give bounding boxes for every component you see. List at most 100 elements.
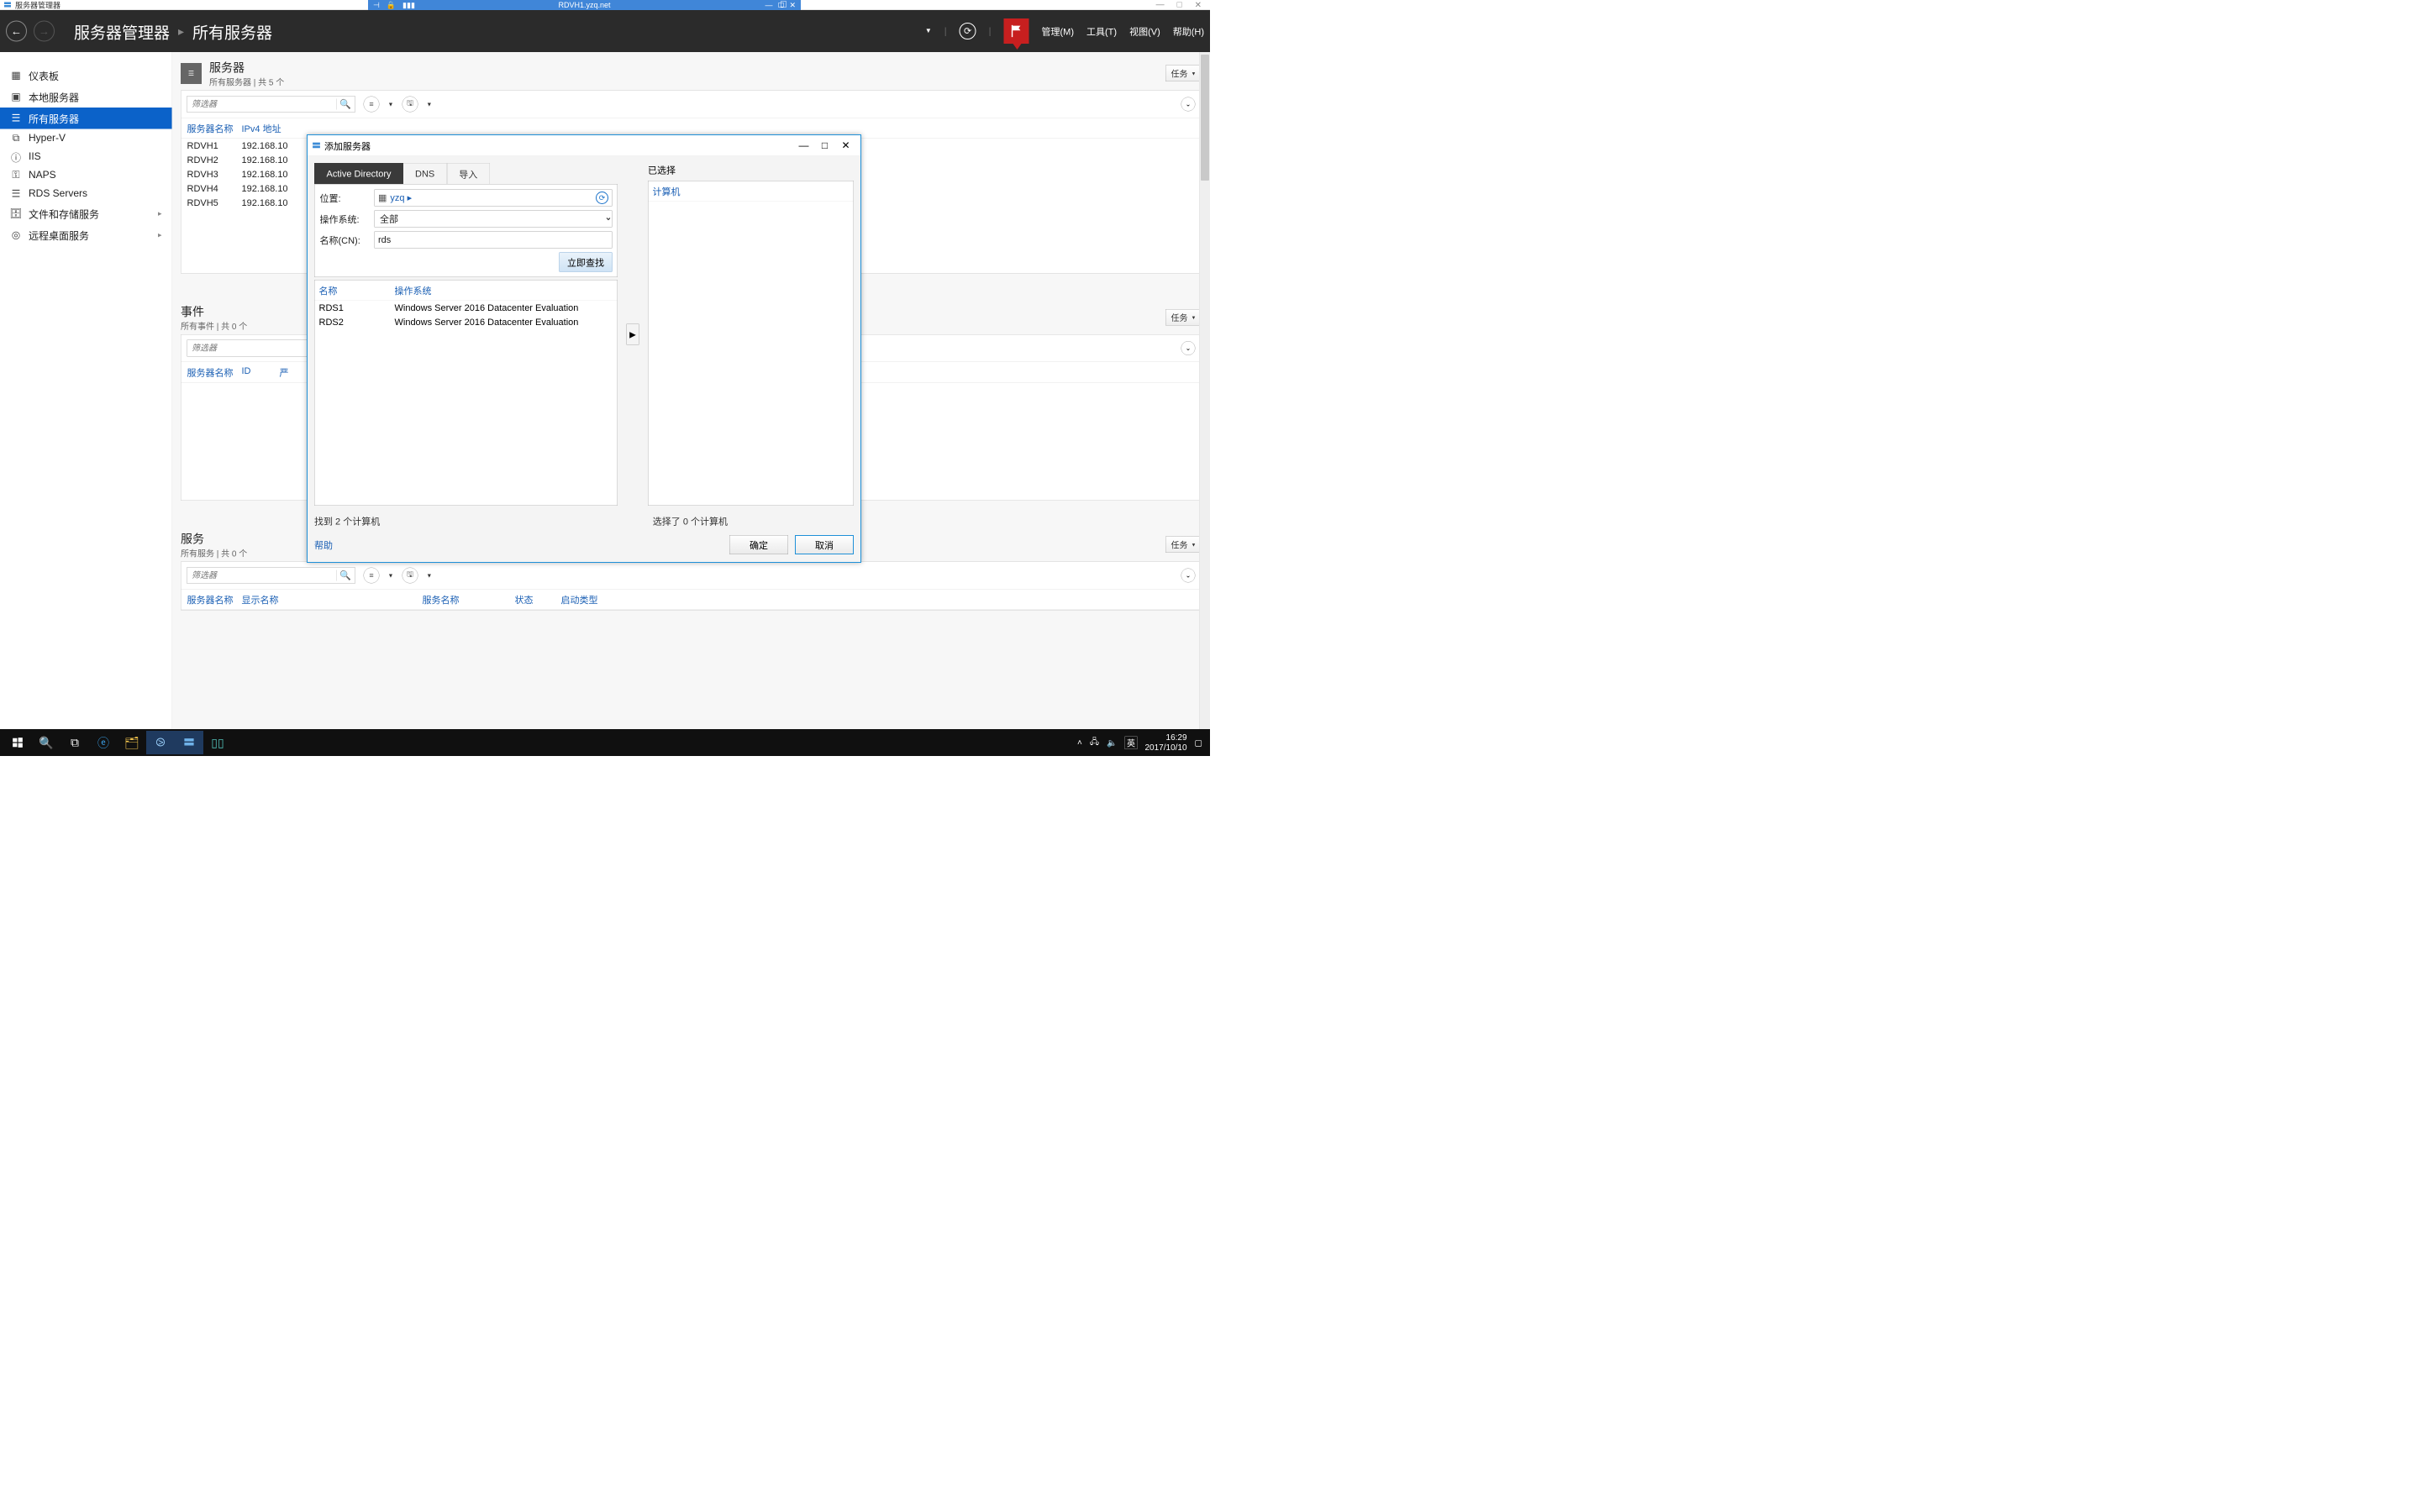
- events-tasks-button[interactable]: 任务: [1165, 309, 1202, 326]
- col-status[interactable]: 状态: [515, 593, 561, 606]
- services-panel: 🔍 ≡▼ 🖫▼ ⌄ 服务器名称 显示名称 服务名称 状态 启动类型: [181, 562, 1202, 611]
- selected-col-computer[interactable]: 计算机: [649, 181, 854, 202]
- events-section-subtitle: 所有事件 | 共 0 个: [181, 320, 247, 333]
- col-server-name[interactable]: 服务器名称: [187, 122, 242, 135]
- col-id[interactable]: ID: [242, 365, 280, 379]
- tray-network-icon[interactable]: 🖧: [1090, 736, 1099, 750]
- services-filter-input[interactable]: [187, 570, 336, 580]
- dialog-close-button[interactable]: ✕: [835, 139, 856, 152]
- sidebar-item-dashboard[interactable]: ▦ 仪表板: [0, 65, 172, 87]
- sidebar-item-iis[interactable]: ⓘ IIS: [0, 148, 172, 166]
- sidebar-item-rds-servers[interactable]: ☰ RDS Servers: [0, 185, 172, 203]
- host-close-button[interactable]: ✕: [1195, 0, 1202, 10]
- sidebar: ▦ 仪表板 ▣ 本地服务器 ☰ 所有服务器 ⧉ Hyper-V ⓘ IIS ⚿ …: [0, 52, 172, 729]
- taskbar-powershell[interactable]: ⧁: [146, 731, 175, 754]
- col-server-name[interactable]: 服务器名称: [187, 365, 242, 379]
- servers-tasks-button[interactable]: 任务: [1165, 66, 1202, 82]
- tab-dns[interactable]: DNS: [403, 163, 447, 184]
- results-col-name[interactable]: 名称: [319, 284, 395, 297]
- tray-volume-icon[interactable]: 🔈: [1107, 738, 1117, 748]
- search-icon[interactable]: 🔍: [336, 570, 355, 581]
- dialog-title: 添加服务器: [324, 139, 371, 152]
- ok-button[interactable]: 确定: [729, 535, 788, 554]
- remote-session-bar[interactable]: ⊣ 🔒 ▮▮▮ RDVH1.yzq.net — ✕: [368, 0, 801, 10]
- host-minimize-button[interactable]: —: [1156, 0, 1165, 10]
- servers-filter[interactable]: 🔍: [187, 96, 355, 113]
- location-value: yzq ▸: [390, 192, 412, 203]
- cancel-button[interactable]: 取消: [795, 535, 854, 554]
- taskbar-server-manager[interactable]: [175, 731, 203, 754]
- col-startup-type[interactable]: 启动类型: [561, 593, 629, 606]
- sidebar-item-naps[interactable]: ⚿ NAPS: [0, 166, 172, 185]
- dialog-minimize-button[interactable]: —: [793, 139, 814, 151]
- services-tasks-button[interactable]: 任务: [1165, 537, 1202, 554]
- breadcrumb-root[interactable]: 服务器管理器: [74, 19, 170, 43]
- notifications-flag[interactable]: [1004, 18, 1029, 44]
- remote-close-button[interactable]: ✕: [789, 2, 796, 9]
- services-section-title: 服务: [181, 530, 247, 547]
- taskbar-hyperv-manager[interactable]: ▯▯: [203, 731, 232, 754]
- found-count-status: 找到 2 个计算机: [314, 514, 380, 528]
- col-display-name[interactable]: 显示名称: [242, 593, 423, 606]
- services-save-query-button[interactable]: 🖫: [402, 568, 418, 584]
- results-col-os[interactable]: 操作系统: [395, 284, 613, 297]
- events-expand-button[interactable]: ⌄: [1181, 341, 1196, 355]
- search-icon[interactable]: 🔍: [336, 99, 355, 110]
- result-row[interactable]: RDS2 Windows Server 2016 Datacenter Eval…: [315, 315, 618, 329]
- services-expand-button[interactable]: ⌄: [1181, 569, 1196, 583]
- services-filter[interactable]: 🔍: [187, 567, 355, 584]
- remote-minimize-button[interactable]: —: [765, 2, 772, 9]
- col-ipv4[interactable]: IPv4 地址: [242, 122, 313, 135]
- refresh-button[interactable]: ⟳: [960, 23, 976, 39]
- sidebar-item-local-server[interactable]: ▣ 本地服务器: [0, 87, 172, 108]
- chevron-right-icon: ▸: [158, 209, 162, 218]
- refresh-location-button[interactable]: ⟳: [596, 192, 608, 204]
- content-scrollbar[interactable]: [1199, 52, 1210, 729]
- menu-tools[interactable]: 工具(T): [1086, 24, 1117, 38]
- os-select[interactable]: 全部: [375, 211, 613, 228]
- col-server-name[interactable]: 服务器名称: [187, 593, 242, 606]
- find-now-button[interactable]: 立即查找: [559, 253, 612, 272]
- cn-input[interactable]: [375, 232, 613, 249]
- sidebar-item-all-servers[interactable]: ☰ 所有服务器: [0, 108, 172, 129]
- sidebar-item-file-storage[interactable]: 🗄 文件和存储服务 ▸: [0, 203, 172, 225]
- remote-icon: ◎: [10, 229, 22, 241]
- sidebar-item-hyperv[interactable]: ⧉ Hyper-V: [0, 129, 172, 148]
- action-center-button[interactable]: ▢: [1195, 738, 1202, 748]
- servers-filter-input[interactable]: [187, 99, 336, 109]
- servers-expand-button[interactable]: ⌄: [1181, 97, 1196, 112]
- tray-ime-indicator[interactable]: 英: [1124, 736, 1137, 749]
- nav-back-button[interactable]: ←: [6, 21, 27, 42]
- services-view-options-button[interactable]: ≡: [364, 568, 380, 584]
- sidebar-item-label: IIS: [29, 151, 41, 163]
- servers-view-options-button[interactable]: ≡: [364, 97, 380, 113]
- tray-chevron-up-icon[interactable]: ˄: [1077, 738, 1082, 748]
- header-dropdown-icon[interactable]: ▼: [925, 28, 932, 35]
- servers-save-query-button[interactable]: 🖫: [402, 97, 418, 113]
- task-view-button[interactable]: ⧉: [60, 731, 89, 754]
- col-service-name[interactable]: 服务名称: [423, 593, 515, 606]
- result-row[interactable]: RDS1 Windows Server 2016 Datacenter Eval…: [315, 301, 618, 315]
- taskbar: 🔍 ⧉ ⓔ 🗂 ⧁ ▯▯ ˄ 🖧 🔈 英 16:29 2017/10/10 ▢: [0, 729, 1210, 756]
- taskbar-clock[interactable]: 16:29 2017/10/10: [1144, 732, 1186, 753]
- dialog-maximize-button[interactable]: □: [814, 139, 835, 151]
- add-to-selected-button[interactable]: ▶: [627, 324, 639, 345]
- sidebar-item-remote-desktop[interactable]: ◎ 远程桌面服务 ▸: [0, 224, 172, 246]
- pin-icon[interactable]: ⊣: [373, 1, 380, 10]
- tab-import[interactable]: 导入: [447, 163, 490, 184]
- menu-view[interactable]: 视图(V): [1129, 24, 1160, 38]
- selected-title: 已选择: [648, 163, 854, 176]
- menu-manage[interactable]: 管理(M): [1042, 24, 1074, 38]
- location-label: 位置:: [320, 192, 371, 205]
- dialog-help-link[interactable]: 帮助: [314, 538, 333, 552]
- host-maximize-button[interactable]: □: [1177, 0, 1182, 10]
- tab-active-directory[interactable]: Active Directory: [314, 163, 403, 184]
- taskbar-search-button[interactable]: 🔍: [32, 731, 60, 754]
- location-picker[interactable]: ▦ yzq ▸ ⟳: [375, 190, 613, 207]
- menu-help[interactable]: 帮助(H): [1173, 24, 1204, 38]
- lock-icon: 🔒: [387, 1, 396, 10]
- start-button[interactable]: [3, 731, 32, 754]
- taskbar-explorer[interactable]: 🗂: [118, 731, 146, 754]
- taskbar-ie[interactable]: ⓔ: [89, 731, 118, 754]
- remote-restore-button[interactable]: [778, 3, 783, 8]
